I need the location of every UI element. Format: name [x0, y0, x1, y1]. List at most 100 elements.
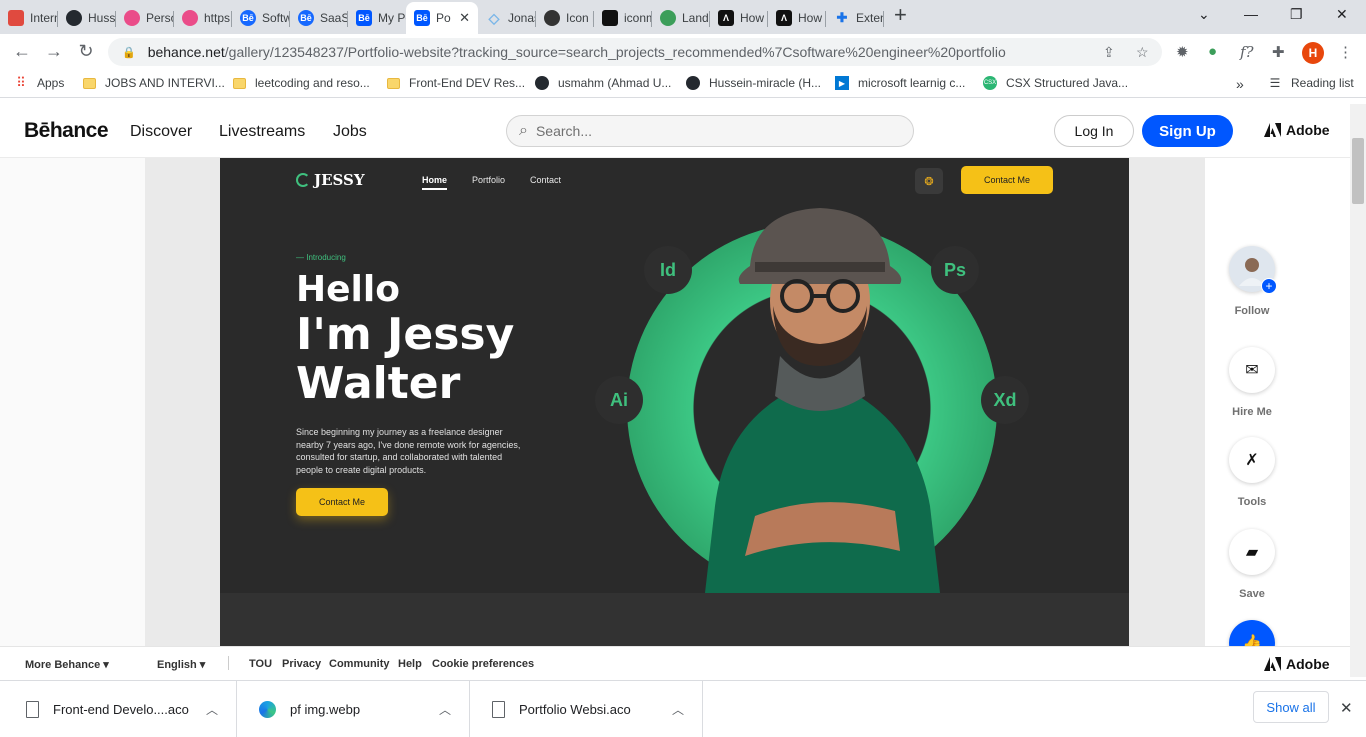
reading-list-icon: ☰: [1269, 76, 1281, 90]
tab-how-1[interactable]: Λ How t: [710, 4, 768, 32]
follow-action[interactable]: + Follow: [1229, 246, 1277, 317]
folder-save-icon[interactable]: ▰: [1229, 529, 1275, 575]
puzzle-icon: ✚: [836, 10, 848, 25]
close-download-bar-icon[interactable]: ✕: [1340, 699, 1353, 717]
art-bio: Since beginning my journey as a freelanc…: [296, 427, 521, 475]
chevron-up-icon[interactable]: ︿: [439, 701, 451, 718]
tab-title: SaaS: [320, 11, 348, 25]
close-tab-icon[interactable]: ✕: [459, 10, 470, 26]
diamond-icon: ◇: [488, 9, 500, 26]
download-item[interactable]: Portfolio Websi.aco ︿: [470, 681, 703, 737]
back-icon[interactable]: ←: [12, 41, 32, 62]
reload-icon[interactable]: ↻: [76, 41, 96, 62]
show-all-button[interactable]: Show all: [1253, 691, 1329, 723]
bookmark-usmahm[interactable]: usmahm (Ahmad U...: [535, 76, 671, 90]
chrome-menu-icon[interactable]: ⋮: [1338, 43, 1353, 61]
tab-land[interactable]: Land-: [652, 4, 710, 32]
art-hello: Hello: [296, 269, 400, 310]
tab-portfolio-active[interactable]: Bē Po ✕: [406, 2, 478, 34]
new-tab-button[interactable]: +: [894, 2, 907, 28]
mail-icon[interactable]: ✉: [1229, 347, 1275, 393]
tab-saas[interactable]: Bē SaaS: [290, 4, 348, 32]
tab-title: Intern: [30, 11, 58, 25]
login-button[interactable]: Log In: [1054, 115, 1134, 147]
bookmark-leetcoding[interactable]: leetcoding and reso...: [232, 76, 370, 90]
download-item[interactable]: Front-end Develo....aco ︿: [4, 681, 237, 737]
tools-action[interactable]: ✗ Tools: [1229, 437, 1275, 508]
bookmark-hussein[interactable]: Hussein-miracle (H...: [686, 76, 821, 90]
tab-iconm[interactable]: iconm: [594, 4, 652, 32]
tab-jonas[interactable]: ◇ Jonas: [478, 4, 536, 32]
tab-title: My Po: [378, 11, 406, 25]
art-nav-home: Home: [422, 175, 448, 190]
follow-plus-icon: +: [1261, 278, 1277, 294]
tab-how-2[interactable]: Λ How t: [768, 4, 826, 32]
bookmark-apps[interactable]: ⠿ Apps: [14, 75, 64, 90]
bookmark-microsoft[interactable]: ▶ microsoft learnig c...: [835, 76, 965, 90]
project-side-rail: + Follow ✉ Hire Me ✗ Tools ▰ Save 👍: [1205, 158, 1350, 666]
footer-link-help[interactable]: Help: [398, 658, 422, 670]
behance-logo[interactable]: Bēhance: [24, 119, 109, 143]
bug-extension-icon[interactable]: ✹: [1176, 43, 1189, 61]
profile-avatar[interactable]: H: [1302, 42, 1324, 64]
extensions-puzzle-icon[interactable]: ✚: [1272, 43, 1285, 61]
forward-icon[interactable]: →: [44, 41, 64, 62]
apps-icon: ⠿: [16, 75, 26, 90]
search-input[interactable]: ⌕ Search...: [506, 115, 914, 147]
chevron-up-icon[interactable]: ︿: [672, 701, 684, 718]
folder-icon: [82, 76, 96, 90]
chevron-up-icon[interactable]: ︿: [206, 701, 218, 718]
address-bar[interactable]: 🔒 behance.net/gallery/123548237/Portfoli…: [108, 38, 1162, 66]
more-bookmarks-button[interactable]: »: [1236, 76, 1244, 92]
signup-button[interactable]: Sign Up: [1142, 115, 1233, 147]
bookmark-label: Hussein-miracle (H...: [709, 76, 822, 90]
scrollbar-thumb[interactable]: [1352, 138, 1364, 204]
tab-https[interactable]: https:: [174, 4, 232, 32]
tab-title: Person: [146, 11, 174, 25]
nav-discover[interactable]: Discover: [130, 123, 192, 141]
globe-extension-icon[interactable]: ●: [1208, 43, 1217, 60]
caret-down-icon: ▾: [199, 659, 206, 671]
adobe-link[interactable]: Adobe: [1264, 122, 1330, 138]
download-bar: Front-end Develo....aco ︿ pf img.webp ︿ Po…: [0, 680, 1366, 737]
footer-link-tou[interactable]: TOU: [249, 658, 272, 670]
tab-intern[interactable]: Intern: [0, 4, 58, 32]
share-icon[interactable]: ⇪: [1103, 44, 1115, 61]
hire-me-action[interactable]: ✉ Hire Me: [1229, 347, 1275, 418]
tab-exten[interactable]: ✚ Exten: [826, 4, 884, 32]
tools-icon[interactable]: ✗: [1229, 437, 1275, 483]
tab-person[interactable]: Person: [116, 4, 174, 32]
bookmark-csx[interactable]: CSX CSX Structured Java...: [983, 76, 1128, 90]
reading-list-button[interactable]: ☰ Reading list: [1268, 76, 1354, 90]
close-window-button[interactable]: ✕: [1336, 6, 1348, 23]
tab-search-icon[interactable]: ⌄: [1198, 6, 1210, 23]
footer-link-privacy[interactable]: Privacy: [282, 658, 321, 670]
language-select[interactable]: English ▾: [157, 658, 205, 671]
font-extension-icon[interactable]: f?: [1240, 43, 1254, 61]
minimize-button[interactable]: —: [1244, 6, 1258, 22]
url-host: behance.net: [147, 44, 225, 60]
creator-avatar[interactable]: +: [1229, 246, 1277, 294]
footer-adobe-link[interactable]: Adobe: [1264, 656, 1330, 672]
tab-title: iconm: [624, 11, 652, 25]
footer-link-community[interactable]: Community: [329, 658, 390, 670]
nav-livestreams[interactable]: Livestreams: [219, 123, 305, 141]
tab-github-husse[interactable]: Husse: [58, 4, 116, 32]
tab-icon-f[interactable]: Icon F: [536, 4, 594, 32]
bookmark-frontend[interactable]: Front-End DEV Res...: [386, 76, 525, 90]
download-item[interactable]: pf img.webp ︿: [237, 681, 470, 737]
bookmark-jobs[interactable]: JOBS AND INTERVI...: [82, 76, 225, 90]
more-behance-menu[interactable]: More Behance ▾: [25, 658, 109, 671]
tab-softw[interactable]: Bē Softw: [232, 4, 290, 32]
bookmark-star-icon[interactable]: ☆: [1136, 44, 1149, 61]
page-scrollbar[interactable]: [1350, 104, 1366, 677]
tab-my-po[interactable]: Bē My Po: [348, 4, 406, 32]
bookmarks-bar: ⠿ Apps JOBS AND INTERVI... leetcoding and…: [0, 70, 1366, 98]
tab-title: Softw: [262, 11, 290, 25]
footer-link-cookies[interactable]: Cookie preferences: [432, 658, 534, 670]
maximize-button[interactable]: ❐: [1290, 6, 1303, 23]
save-action[interactable]: ▰ Save: [1229, 529, 1275, 600]
nav-jobs[interactable]: Jobs: [333, 123, 367, 141]
dribbble-icon: ❂: [915, 168, 943, 194]
dribbble-icon: [182, 10, 198, 26]
